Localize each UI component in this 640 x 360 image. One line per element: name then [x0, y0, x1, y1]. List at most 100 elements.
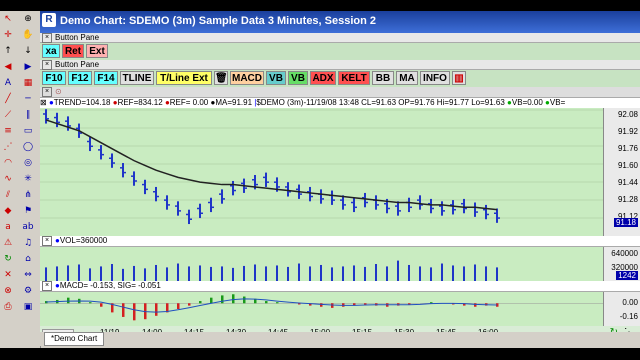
eraser-icon[interactable]: ✕: [2, 269, 14, 281]
close-pane-icon[interactable]: ×: [42, 60, 52, 70]
pane-menu-icon[interactable]: ⊙: [55, 87, 62, 96]
cycle-icon[interactable]: ∿: [2, 173, 14, 185]
ray-icon[interactable]: ⟋: [2, 109, 14, 121]
button-pane-header: × Button Pane: [40, 33, 640, 43]
macd-bar: [188, 303, 191, 306]
text-icon[interactable]: A: [2, 77, 14, 89]
moving-average-line: [45, 119, 498, 211]
vb-button-1[interactable]: VB: [266, 71, 286, 85]
close-pane-icon[interactable]: ×: [42, 236, 52, 246]
close-pane-icon[interactable]: ×: [42, 281, 52, 291]
lock-icon[interactable]: ⌂: [22, 253, 34, 265]
chart-window-titlebar[interactable]: R Demo Chart: SDEMO (3m) Sample Data 3 M…: [40, 11, 640, 33]
macd-pane[interactable]: 0.00 -0.16: [40, 292, 640, 326]
price-bar: [285, 182, 291, 197]
delete-icon[interactable]: ⊗: [2, 285, 14, 297]
vb-readout-2: VB=: [549, 98, 566, 107]
note-icon[interactable]: a: [2, 221, 14, 233]
price-bar: [186, 209, 192, 225]
macd-bar: [276, 302, 279, 304]
price-bar: [219, 189, 225, 204]
trend-readout: TREND=104.18: [53, 98, 111, 107]
volume-bar: [485, 266, 487, 281]
volume-pane[interactable]: 640000 320000 1242: [40, 247, 640, 281]
price-bar: [153, 186, 159, 202]
volume-axis: 640000 320000 1242: [603, 247, 640, 281]
zoom-icon[interactable]: ⊕: [22, 13, 34, 25]
gann-icon[interactable]: ✳: [22, 173, 34, 185]
price-pane[interactable]: ⊠ ●TREND=104.18 ●REF=834.12 ●REF= 0.00 ●…: [40, 98, 640, 236]
fan-icon[interactable]: ⋰: [2, 141, 14, 153]
trendline-icon[interactable]: ╱: [2, 93, 14, 105]
kelt-button[interactable]: KELT: [338, 71, 370, 85]
chart-bars-icon[interactable]: ▥: [452, 71, 466, 85]
volume-bar: [188, 266, 190, 281]
ma-button[interactable]: MA: [396, 71, 418, 85]
close-pane-icon[interactable]: ×: [42, 87, 52, 97]
flag-icon[interactable]: ⚑: [22, 205, 34, 217]
print-icon[interactable]: ⎙: [2, 301, 14, 313]
settings-icon[interactable]: ⚙: [22, 285, 34, 297]
rectangle-icon[interactable]: ▭: [22, 125, 34, 137]
arrow-right-icon[interactable]: ▶: [22, 61, 34, 73]
trash-icon[interactable]: 🗑: [214, 71, 228, 85]
close-pane-icon[interactable]: ⊠: [40, 98, 47, 107]
macd-bar: [133, 303, 136, 321]
price-bar: [230, 180, 236, 196]
price-axis: 92.08 91.92 91.76 91.60 91.44 91.28 91.12 91.18: [603, 108, 640, 236]
arrow-up-icon[interactable]: ↑: [2, 45, 14, 57]
xa-button[interactable]: xa: [42, 44, 60, 58]
f14-button[interactable]: F14: [94, 71, 118, 85]
regression-icon[interactable]: ⫽: [2, 189, 14, 201]
refresh-icon[interactable]: ↻: [2, 253, 14, 265]
crosshair-icon[interactable]: ✛: [2, 29, 14, 41]
cursor-icon[interactable]: ↖: [2, 13, 14, 25]
bb-button[interactable]: BB: [372, 71, 394, 85]
volume-readout: VOL=360000: [59, 236, 108, 245]
volume-bar: [342, 266, 344, 281]
volume-bar: [320, 264, 322, 281]
tline-button[interactable]: TLINE: [120, 71, 154, 85]
volume-bar: [265, 266, 267, 281]
info-button[interactable]: INFO: [420, 71, 450, 85]
alert-icon[interactable]: ⚠: [2, 237, 14, 249]
price-tick: 91.44: [617, 178, 638, 187]
ref-readout-2: REF= 0.00: [169, 98, 209, 107]
spiral-icon[interactable]: ◎: [22, 157, 34, 169]
adx-button[interactable]: ADX: [310, 71, 336, 85]
price-chart[interactable]: [40, 108, 604, 236]
vb-button-2[interactable]: VB: [288, 71, 308, 85]
hline-icon[interactable]: ─: [22, 93, 34, 105]
marker-icon[interactable]: ◆: [2, 205, 14, 217]
arrow-down-icon[interactable]: ↓: [22, 45, 34, 57]
macd-bar: [122, 303, 125, 317]
ret-button[interactable]: Ret: [62, 44, 84, 58]
fib-icon[interactable]: ≡: [2, 125, 14, 137]
measure-icon[interactable]: ⇔: [22, 269, 34, 281]
ext-button[interactable]: Ext: [86, 44, 108, 58]
volume-bar: [155, 264, 157, 281]
macd-chart[interactable]: [40, 292, 604, 326]
f12-button[interactable]: F12: [68, 71, 92, 85]
tline-ext-button[interactable]: T/Line Ext: [156, 71, 212, 85]
ellipse-icon[interactable]: ◯: [22, 141, 34, 153]
close-pane-icon[interactable]: ×: [42, 33, 52, 43]
grid-icon[interactable]: ▦: [22, 77, 34, 89]
price-bar: [439, 201, 445, 216]
channel-icon[interactable]: ∥: [22, 109, 34, 121]
button-row-1: xa Ret Ext: [40, 43, 640, 60]
save-icon[interactable]: ▣: [22, 301, 34, 313]
left-drawing-toolbar: ↖ ⊕ ✛ ✋ ↑ ↓ ◀ ▶ A ▦ ╱ ─ ⟋ ∥ ≡ ▭ ⋰ ◯ ◠ ◎ …: [0, 11, 41, 348]
price-bar: [483, 204, 489, 220]
macd-button[interactable]: MACD: [230, 71, 264, 85]
f10-button[interactable]: F10: [42, 71, 66, 85]
pitchfork-icon[interactable]: ⋔: [22, 189, 34, 201]
label-icon[interactable]: ab: [22, 221, 34, 233]
bell-icon[interactable]: ♫: [22, 237, 34, 249]
tab-demo-chart[interactable]: *Demo Chart: [44, 332, 105, 346]
volume-bar: [474, 264, 476, 281]
arc-icon[interactable]: ◠: [2, 157, 14, 169]
volume-chart[interactable]: [40, 247, 604, 281]
arrow-left-icon[interactable]: ◀: [2, 61, 14, 73]
hand-icon[interactable]: ✋: [22, 29, 34, 41]
